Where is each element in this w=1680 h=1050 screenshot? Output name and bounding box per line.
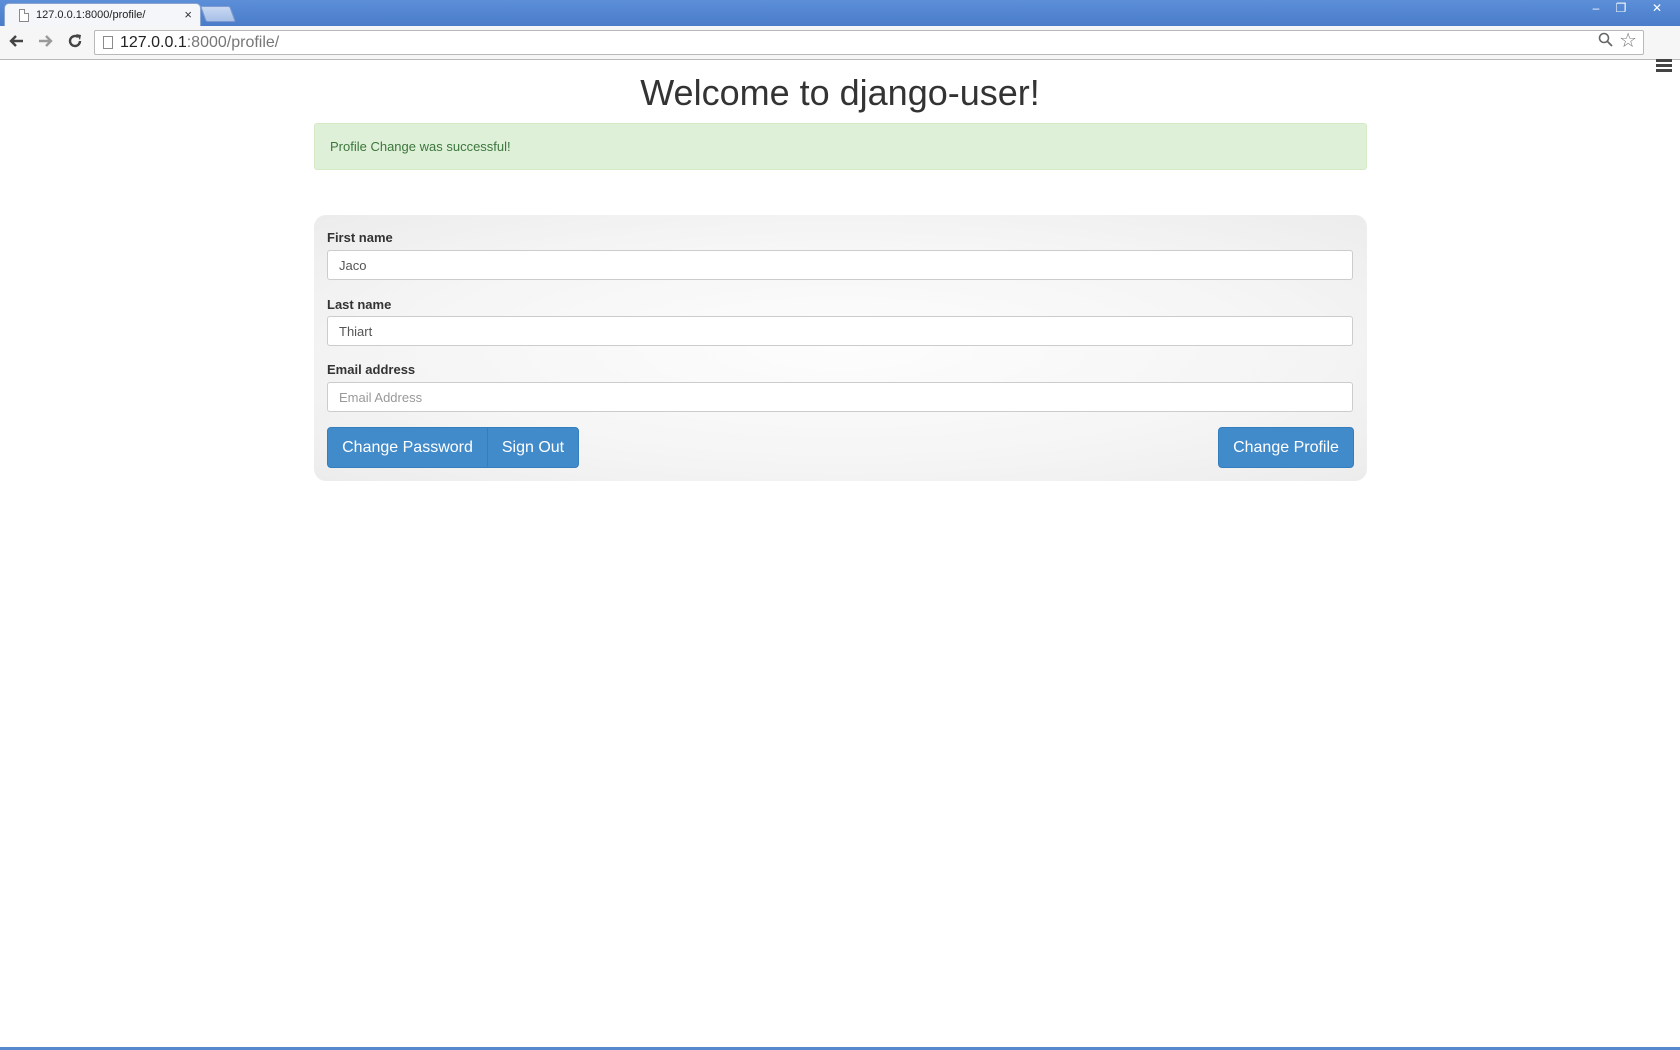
browser-tab[interactable]: 127.0.0.1:8000/profile/ ×	[4, 3, 201, 27]
page-icon	[103, 36, 113, 49]
change-profile-button[interactable]: Change Profile	[1218, 427, 1354, 468]
browser-toolbar: 127.0.0.1:8000/profile/ ☆	[0, 26, 1680, 72]
page-title: Welcome to django-user!	[640, 72, 1040, 113]
sign-out-button[interactable]: Sign Out	[487, 427, 579, 468]
search-icon[interactable]	[1598, 31, 1613, 54]
arrow-left-icon	[9, 35, 23, 47]
back-button[interactable]	[6, 32, 28, 54]
address-bar[interactable]: 127.0.0.1:8000/profile/ ☆	[94, 30, 1644, 55]
star-icon[interactable]: ☆	[1619, 30, 1637, 53]
success-alert: Profile Change was successful!	[314, 123, 1367, 170]
tab-title: 127.0.0.1:8000/profile/	[36, 9, 146, 21]
arrow-right-icon	[39, 35, 53, 47]
new-tab-button[interactable]	[200, 6, 236, 22]
profile-form: First name Last name Email address Chang…	[314, 215, 1367, 481]
tab-close-icon[interactable]: ×	[184, 4, 192, 26]
change-password-button[interactable]: Change Password	[327, 427, 488, 468]
first-name-field[interactable]	[327, 250, 1353, 280]
email-label: Email address	[327, 362, 416, 377]
last-name-field[interactable]	[327, 316, 1353, 346]
reload-icon	[68, 34, 82, 48]
forward-button[interactable]	[34, 32, 56, 54]
page-icon	[19, 9, 29, 22]
last-name-label: Last name	[327, 297, 392, 312]
hamburger-menu-icon[interactable]	[1656, 59, 1672, 75]
browser-titlebar: 127.0.0.1:8000/profile/ × – ❐ ✕	[0, 0, 1680, 27]
reload-button[interactable]	[64, 32, 86, 54]
minimize-window-button[interactable]: –	[1583, 0, 1609, 18]
email-field[interactable]	[327, 382, 1353, 412]
maximize-window-button[interactable]: ❐	[1608, 0, 1634, 18]
close-window-button[interactable]: ✕	[1640, 0, 1674, 18]
url-host: 127.0.0.1	[120, 34, 187, 51]
url-path: :8000/profile/	[186, 34, 280, 51]
first-name-label: First name	[327, 230, 393, 245]
